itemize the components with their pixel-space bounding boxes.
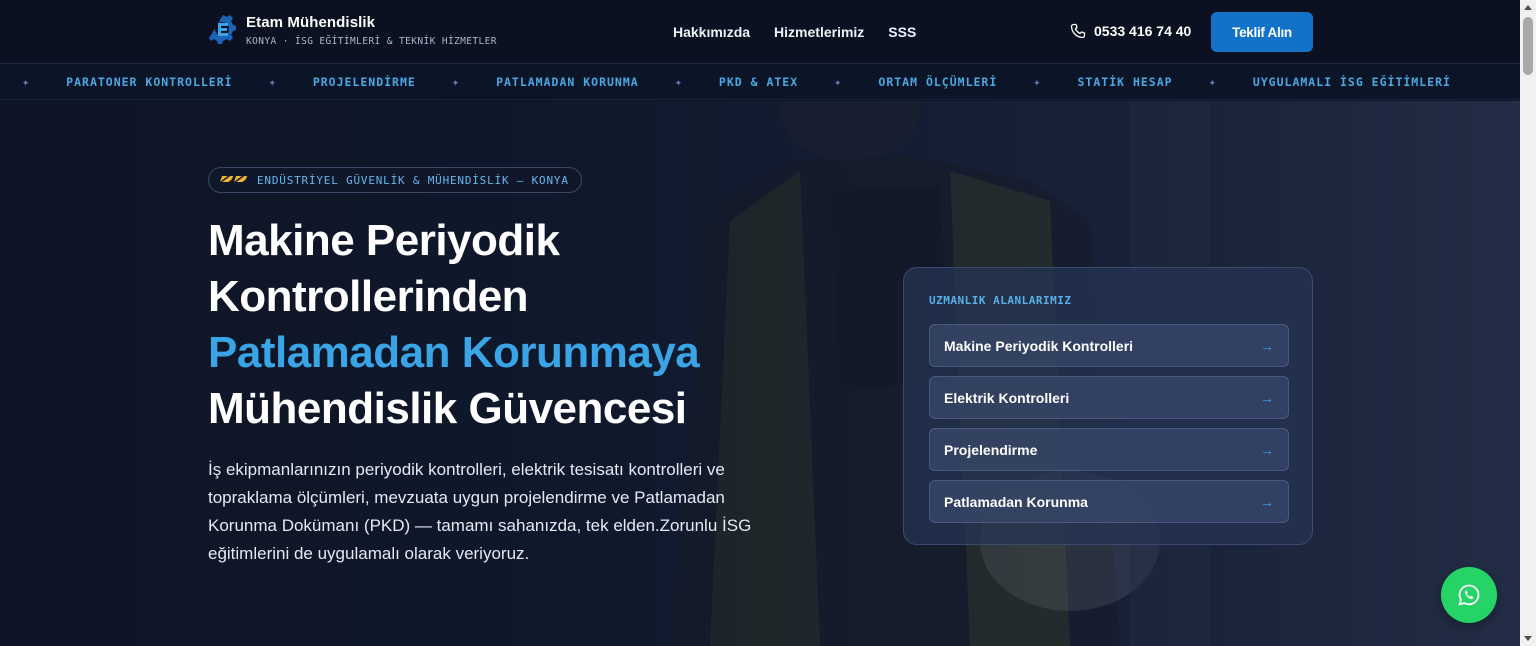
- hero-section: ENDÜSTRİYEL GÜVENLİK & MÜHENDİSLİK — KON…: [0, 101, 1520, 646]
- specialty-label: Patlamadan Korunma: [944, 493, 1088, 510]
- nav-link-faq[interactable]: SSS: [888, 24, 916, 40]
- phone-icon: [1070, 23, 1086, 39]
- brand-logo[interactable]: Etam Mühendislik KONYA · İSG EĞİTİMLERİ …: [208, 11, 497, 49]
- hero-headline: Makine Periyodik Kontrollerinden Patlama…: [208, 213, 828, 437]
- headline-line: Mühendislik Güvencesi: [208, 384, 687, 433]
- scrollbar-thumb[interactable]: [1523, 17, 1533, 75]
- arrow-right-icon: →: [1260, 441, 1274, 458]
- hero-badge: ENDÜSTRİYEL GÜVENLİK & MÜHENDİSLİK — KON…: [208, 167, 582, 193]
- headline-accent: Patlamadan Korunmaya: [208, 328, 700, 377]
- ticker-item: PARATONER KONTROLLERİ: [66, 75, 233, 89]
- sparkle-icon: ✦: [674, 75, 683, 89]
- specialty-label: Projelendirme: [944, 441, 1038, 458]
- ticker-track: İ ✦ PARATONER KONTROLLERİ ✦ PROJELENDİRM…: [0, 75, 1451, 89]
- arrow-right-icon: →: [1260, 389, 1274, 406]
- hero-description: İş ekipmanlarınızın periyodik kontroller…: [208, 460, 752, 563]
- specialties-list: Makine Periyodik Kontrolleri → Elektrik …: [929, 324, 1289, 532]
- ticker-item: UYGULAMALI İSG EĞİTİMLERİ: [1252, 75, 1451, 89]
- specialty-label: Makine Periyodik Kontrolleri: [944, 337, 1134, 354]
- specialties-card: UZMANLIK ALANLARIMIZ Makine Periyodik Ko…: [903, 267, 1313, 545]
- sparkle-icon: ✦: [21, 75, 31, 89]
- page-scrollbar[interactable]: [1520, 0, 1536, 646]
- sparkle-icon: ✦: [268, 75, 277, 89]
- ticker-item: STATİK HESAP: [1077, 75, 1173, 89]
- get-quote-button[interactable]: Teklif Alın: [1211, 12, 1313, 52]
- brand-tagline: KONYA · İSG EĞİTİMLERİ & TEKNİK HİZMETLE…: [246, 35, 497, 47]
- whatsapp-button[interactable]: [1441, 567, 1497, 623]
- ticker-item: PATLAMADAN KORUNMA: [496, 75, 639, 89]
- whatsapp-icon: [1458, 584, 1480, 606]
- specialty-item-machine-inspections[interactable]: Makine Periyodik Kontrolleri →: [929, 324, 1289, 367]
- nav-link-services[interactable]: Hizmetlerimiz: [774, 24, 864, 40]
- brand-name: Etam Mühendislik: [246, 13, 376, 31]
- scroll-down-arrow-icon[interactable]: [1524, 636, 1532, 641]
- hero-badge-label: ENDÜSTRİYEL GÜVENLİK & MÜHENDİSLİK — KON…: [257, 173, 569, 187]
- headline-line: Kontrollerinden: [208, 272, 529, 321]
- scroll-up-arrow-icon[interactable]: [1524, 5, 1532, 10]
- phone-link[interactable]: 0533 416 74 40: [1070, 23, 1191, 39]
- site-header: Etam Mühendislik KONYA · İSG EĞİTİMLERİ …: [0, 0, 1520, 64]
- specialties-title: UZMANLIK ALANLARIMIZ: [929, 294, 1072, 307]
- sparkle-icon: ✦: [834, 75, 843, 89]
- specialty-label: Elektrik Kontrolleri: [944, 389, 1070, 406]
- sparkle-icon: ✦: [451, 75, 461, 89]
- sparkle-icon: ✦: [1033, 75, 1042, 89]
- arrow-right-icon: →: [1260, 493, 1274, 510]
- gear-logo-icon: [209, 15, 236, 44]
- services-ticker: İ ✦ PARATONER KONTROLLERİ ✦ PROJELENDİRM…: [0, 65, 1520, 100]
- headline-line: Makine Periyodik: [208, 216, 560, 265]
- ticker-item: PROJELENDİRME: [312, 75, 416, 89]
- ticker-item: PKD & ATEX: [718, 75, 799, 89]
- main-nav: Hakkımızda Hizmetlerimiz SSS: [673, 24, 916, 40]
- hazard-stripes-icon: [219, 176, 248, 184]
- specialty-item-explosion-protection[interactable]: Patlamadan Korunma →: [929, 480, 1289, 523]
- phone-number: 0533 416 74 40: [1094, 23, 1192, 39]
- arrow-right-icon: →: [1260, 337, 1274, 354]
- specialty-item-electrical-inspections[interactable]: Elektrik Kontrolleri →: [929, 376, 1289, 419]
- ticker-item: ORTAM ÖLÇÜMLERİ: [878, 75, 998, 89]
- nav-link-about[interactable]: Hakkımızda: [673, 24, 750, 40]
- specialty-item-projects[interactable]: Projelendirme →: [929, 428, 1289, 471]
- sparkle-icon: ✦: [1208, 75, 1217, 89]
